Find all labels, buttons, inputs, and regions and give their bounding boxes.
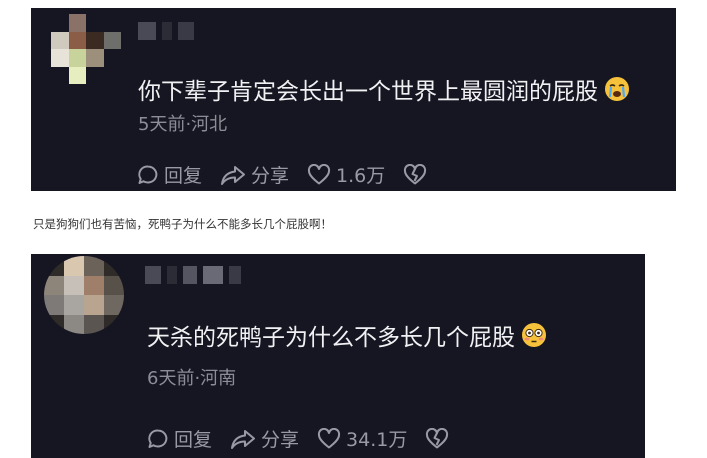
dislike-button[interactable]: [403, 163, 427, 186]
comment-text-label: 天杀的死鸭子为什么不多长几个屁股: [147, 325, 515, 351]
like-button[interactable]: 1.6万: [307, 161, 385, 188]
comment-meta: 5天前·河北: [138, 114, 228, 135]
username-blurred[interactable]: [145, 266, 241, 284]
like-count: 1.6万: [336, 165, 386, 187]
share-label: 分享: [251, 165, 290, 187]
share-button[interactable]: 分享: [230, 425, 299, 452]
heart-icon: [317, 427, 341, 448]
dislike-button[interactable]: [425, 427, 449, 450]
comment-text: 天杀的死鸭子为什么不多长几个屁股: [147, 318, 547, 352]
article-caption: 只是狗狗们也有苦恼，死鸭子为什么不能多长几个屁股啊！: [33, 217, 332, 231]
reply-button[interactable]: 回复: [137, 161, 202, 188]
avatar[interactable]: [44, 256, 124, 334]
crying-face-icon: [605, 77, 629, 101]
broken-heart-icon: [404, 163, 427, 184]
comment-card: 天杀的死鸭子为什么不多长几个屁股 6天前·河南 回复 分享 34.1万: [31, 254, 645, 458]
share-arrow-icon: [231, 429, 256, 449]
comment-text: 你下辈子肯定会长出一个世界上最圆润的屁股: [138, 72, 630, 106]
share-label: 分享: [261, 429, 300, 451]
like-button[interactable]: 34.1万: [317, 425, 407, 452]
flushed-face-icon: [522, 323, 546, 347]
comment-actions: 回复 分享 34.1万: [147, 425, 467, 452]
comment-meta: 6天前·河南: [147, 368, 237, 389]
comment-actions: 回复 分享 1.6万: [137, 161, 445, 188]
username-blurred[interactable]: [138, 22, 194, 40]
avatar[interactable]: [51, 14, 121, 84]
reply-button[interactable]: 回复: [147, 425, 212, 452]
reply-label: 回复: [174, 429, 213, 451]
comment-text-label: 你下辈子肯定会长出一个世界上最圆润的屁股: [138, 79, 598, 105]
like-count: 34.1万: [346, 429, 408, 451]
comment-card: 你下辈子肯定会长出一个世界上最圆润的屁股 5天前·河北 回复 分享 1.6万: [31, 8, 676, 191]
speech-bubble-icon: [148, 428, 168, 448]
speech-bubble-icon: [138, 164, 158, 184]
share-arrow-icon: [221, 165, 246, 185]
share-button[interactable]: 分享: [220, 161, 289, 188]
reply-label: 回复: [164, 165, 203, 187]
broken-heart-icon: [426, 427, 449, 448]
heart-icon: [307, 163, 331, 184]
